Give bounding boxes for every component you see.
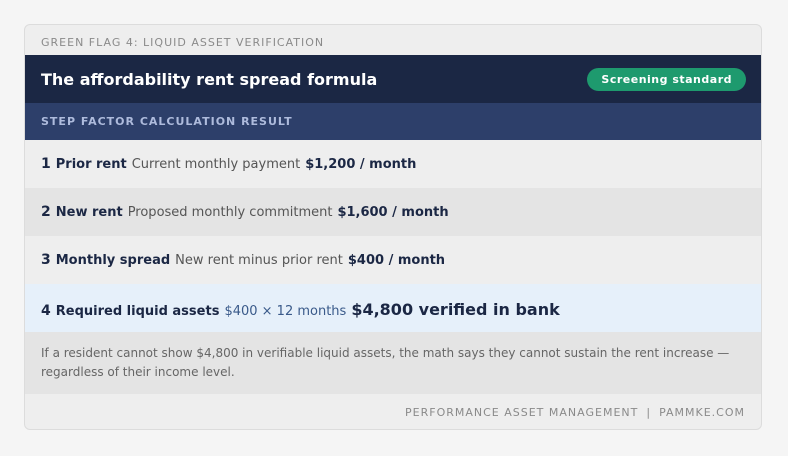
calculation-text: Proposed monthly commitment bbox=[127, 205, 333, 220]
table-row-3: 3 Monthly spread New rent minus prior re… bbox=[25, 236, 761, 284]
column-header: STEP FACTOR CALCULATION RESULT bbox=[25, 103, 761, 140]
result-value: $1,600 / month bbox=[337, 205, 449, 220]
step-number: 4 bbox=[41, 303, 51, 319]
result-value: $400 / month bbox=[347, 253, 446, 268]
calculation-text: Current monthly payment bbox=[131, 157, 301, 172]
footer-separator: | bbox=[646, 406, 652, 419]
footer-site: PAMMKE.COM bbox=[659, 406, 745, 419]
calculation-text: $400 × 12 months bbox=[224, 304, 347, 319]
card-header: The affordability rent spread formula Sc… bbox=[25, 55, 761, 103]
card-footer: PERFORMANCE ASSET MANAGEMENT | PAMMKE.CO… bbox=[25, 394, 761, 429]
calculation-text: New rent minus prior rent bbox=[175, 253, 343, 268]
footer-company: PERFORMANCE ASSET MANAGEMENT bbox=[405, 406, 639, 419]
step-number: 3 bbox=[41, 252, 51, 268]
result-value: $1,200 / month bbox=[305, 157, 417, 172]
step-number: 1 bbox=[41, 156, 51, 172]
table-row-2: 2 New rent Proposed monthly commitment $… bbox=[25, 188, 761, 236]
factor-label: New rent bbox=[55, 205, 123, 220]
step-number: 2 bbox=[41, 204, 51, 220]
footnote-text: If a resident cannot show $4,800 in veri… bbox=[25, 332, 761, 394]
table-row-1: 1 Prior rent Current monthly payment $1,… bbox=[25, 140, 761, 188]
card-title: The affordability rent spread formula bbox=[41, 69, 378, 89]
result-value: $4,800 verified in bank bbox=[351, 300, 560, 319]
formula-card: GREEN FLAG 4: LIQUID ASSET VERIFICATION … bbox=[24, 24, 762, 430]
table-row-4-highlight: 4 Required liquid assets $400 × 12 month… bbox=[25, 284, 761, 332]
factor-label: Monthly spread bbox=[55, 253, 171, 268]
eyebrow-label: GREEN FLAG 4: LIQUID ASSET VERIFICATION bbox=[41, 36, 325, 49]
status-badge: Screening standard bbox=[587, 67, 746, 91]
factor-label: Required liquid assets bbox=[55, 304, 220, 319]
factor-label: Prior rent bbox=[55, 157, 127, 172]
